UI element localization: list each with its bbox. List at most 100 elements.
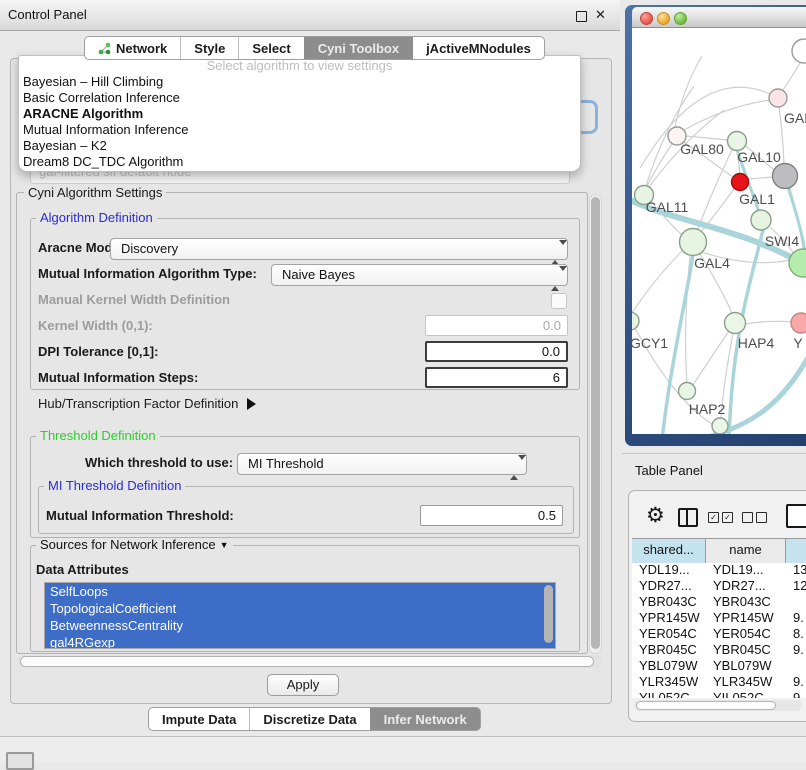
minimize-traffic-light-icon[interactable] — [657, 12, 670, 25]
hub-definition-toggle[interactable]: Hub/Transcription Factor Definition — [38, 396, 256, 412]
algorithm-option[interactable]: Basic Correlation Inference — [19, 90, 580, 106]
network-node[interactable] — [789, 249, 806, 277]
dpi-tolerance-input[interactable]: 0.0 — [425, 341, 568, 362]
table-cell: YDL19... — [706, 562, 786, 578]
mi-algorithm-type-combo[interactable]: Naive Bayes — [271, 264, 568, 286]
algorithm-option[interactable]: Dream8 DC_TDC Algorithm — [19, 154, 580, 170]
table-header-row: shared...name — [632, 538, 806, 562]
network-node[interactable] — [725, 313, 746, 334]
table-column-header[interactable]: shared... — [632, 539, 706, 563]
network-node-label: GAL4 — [694, 255, 730, 271]
table-cell: YDR27... — [632, 578, 706, 594]
table-row[interactable]: YLR345WYLR345W9. — [632, 674, 806, 690]
table-row[interactable]: YBR045CYBR045C9. — [632, 642, 806, 658]
mi-threshold-definition-title: MI Threshold Definition — [44, 479, 185, 493]
tab-cyni-toolbox[interactable]: Cyni Toolbox — [304, 37, 412, 59]
network-window-titlebar[interactable] — [632, 7, 806, 28]
tab-network[interactable]: Network — [85, 37, 180, 59]
algorithm-option[interactable]: Bayesian – Hill Climbing — [19, 74, 580, 90]
aracne-mode-combo[interactable]: Discovery — [110, 238, 568, 260]
close-traffic-light-icon[interactable] — [640, 12, 653, 25]
collapsed-panel-button[interactable] — [6, 752, 34, 770]
sources-group-title[interactable]: Sources for Network Inference▼ — [36, 538, 233, 553]
attributes-scrollbar[interactable] — [544, 585, 553, 643]
expanded-arrow-icon: ▼ — [220, 540, 229, 550]
which-threshold-label: Which threshold to use: — [85, 455, 233, 471]
table-toolbar: ⚙ ✓✓ — [628, 500, 806, 536]
column-layout-icon[interactable] — [678, 508, 698, 527]
network-edge — [783, 61, 801, 90]
algorithm-options: Bayesian – Hill ClimbingBasic Correlatio… — [19, 74, 580, 170]
combo-arrows-icon — [510, 458, 519, 471]
table-column-header[interactable] — [786, 539, 806, 563]
mi-steps-input[interactable]: 6 — [425, 367, 568, 388]
table-cell: YLR345W — [632, 674, 706, 690]
dpi-tolerance-label: DPI Tolerance [0,1]: — [38, 344, 158, 360]
apply-button[interactable]: Apply — [267, 674, 339, 696]
table-cell: YLR345W — [706, 674, 786, 690]
table-cell: YER054C — [706, 626, 786, 642]
network-node[interactable] — [732, 174, 749, 191]
algorithm-option[interactable]: ARACNE Algorithm — [19, 106, 580, 122]
network-node[interactable] — [773, 164, 798, 189]
data-attribute-item[interactable]: SelfLoops — [45, 583, 555, 600]
tab-style[interactable]: Style — [180, 37, 238, 59]
network-edge-weighted — [687, 346, 806, 434]
network-node[interactable] — [791, 313, 806, 333]
settings-horizontal-scrollbar[interactable] — [18, 655, 602, 668]
tab-select[interactable]: Select — [238, 37, 303, 59]
tab-infer-network[interactable]: Infer Network — [370, 708, 480, 730]
algorithm-option[interactable]: Bayesian – K2 — [19, 138, 580, 154]
mi-threshold-input[interactable]: 0.5 — [420, 505, 563, 526]
tab-label: Style — [194, 41, 225, 56]
zoom-traffic-light-icon[interactable] — [674, 12, 687, 25]
table-cell: YBR045C — [632, 642, 706, 658]
table-row[interactable]: YIL052CYIL052C9 — [632, 690, 806, 698]
table-row[interactable]: YPR145WYPR145W9. — [632, 610, 806, 626]
network-canvas[interactable]: GALGAL80GAL10GAL1GAL11SWI4GAL4GCY1HAP4YH… — [632, 28, 806, 434]
network-node[interactable] — [728, 132, 747, 151]
network-node[interactable] — [769, 89, 787, 107]
float-window-icon[interactable] — [576, 11, 587, 22]
select-all-icon[interactable]: ✓✓ — [708, 512, 733, 523]
network-node-label: GAL11 — [646, 199, 689, 215]
mi-algorithm-type-label: Mutual Information Algorithm Type: — [38, 266, 257, 282]
which-threshold-combo[interactable]: MI Threshold — [237, 453, 527, 475]
table-cell: 9 — [786, 690, 806, 698]
network-node[interactable] — [712, 418, 728, 434]
table-row[interactable]: YBR043CYBR043C — [632, 594, 806, 610]
bottom-tabbar: Impute DataDiscretize DataInfer Network — [148, 707, 481, 731]
network-node[interactable] — [680, 229, 707, 256]
kernel-width-input[interactable]: 0.0 — [425, 315, 568, 336]
table-horizontal-scrollbar[interactable] — [634, 700, 802, 711]
table-row[interactable]: YDR27...YDR27...12 — [632, 578, 806, 594]
manual-kernel-checkbox[interactable] — [551, 293, 567, 309]
close-window-icon[interactable]: ✕ — [595, 7, 606, 23]
network-node[interactable] — [792, 39, 806, 63]
mi-threshold-label: Mutual Information Threshold: — [46, 508, 234, 524]
network-node[interactable] — [632, 312, 639, 330]
tab-jactivemnodules[interactable]: jActiveMNodules — [412, 37, 544, 59]
network-node-label: GAL — [784, 110, 806, 126]
data-attribute-item[interactable]: gal4RGexp — [45, 634, 555, 649]
table-row[interactable]: YBL079WYBL079W — [632, 658, 806, 674]
algorithm-option[interactable]: Mutual Information Inference — [19, 122, 580, 138]
tab-impute-data[interactable]: Impute Data — [149, 708, 249, 730]
network-icon — [98, 42, 111, 55]
data-attribute-item[interactable]: TopologicalCoefficient — [45, 600, 555, 617]
table-row[interactable]: YDL19...YDL19...13 — [632, 562, 806, 578]
deselect-all-icon[interactable] — [742, 512, 767, 523]
network-node[interactable] — [751, 210, 771, 230]
network-graph: GALGAL80GAL10GAL1GAL11SWI4GAL4GCY1HAP4YH… — [632, 28, 806, 434]
table-column-header[interactable]: name — [706, 539, 786, 563]
settings-vertical-scrollbar[interactable] — [589, 194, 602, 654]
control-panel-title: Control Panel — [8, 0, 87, 30]
tab-discretize-data[interactable]: Discretize Data — [249, 708, 369, 730]
settings-gear-icon[interactable]: ⚙ — [646, 505, 665, 526]
network-edge — [684, 100, 770, 130]
algorithm-dropdown-list: Select algorithm to view settings Bayesi… — [18, 55, 581, 172]
new-table-icon[interactable] — [786, 504, 806, 528]
data-attribute-item[interactable]: BetweennessCentrality — [45, 617, 555, 634]
network-node[interactable] — [679, 383, 696, 400]
table-row[interactable]: YER054CYER054C8. — [632, 626, 806, 642]
